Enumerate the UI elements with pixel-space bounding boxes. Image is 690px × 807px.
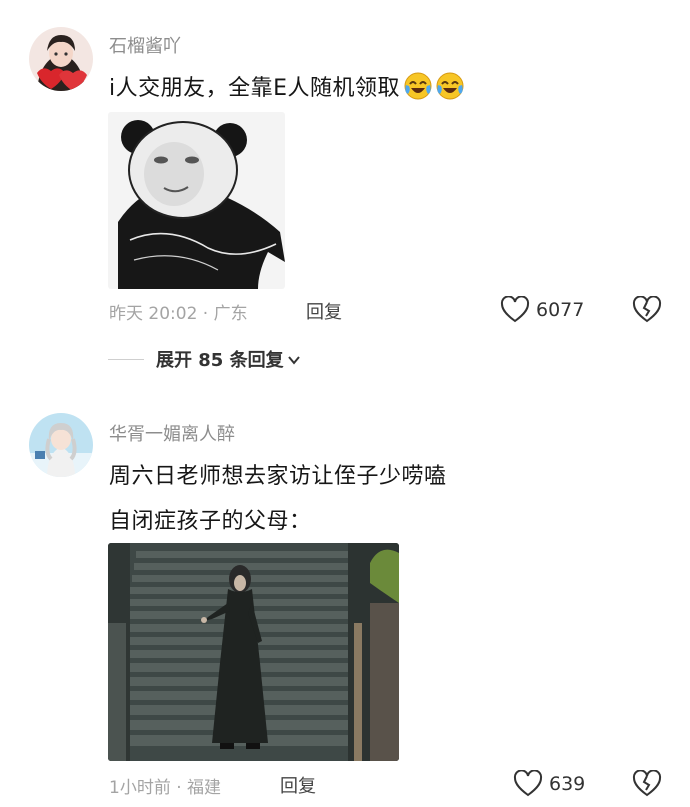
broken-heart-icon <box>632 769 662 798</box>
comment-text-content: i人交朋友，全靠E人随机领取 <box>109 76 401 101</box>
comment-image-stairs[interactable] <box>108 543 399 761</box>
avatar[interactable] <box>29 413 93 477</box>
like-count: 6077 <box>536 299 585 321</box>
expand-replies[interactable]: 展开 85 条回复 <box>108 346 301 372</box>
like-button[interactable]: 639 <box>513 769 586 798</box>
reply-button[interactable]: 回复 <box>280 772 316 798</box>
heart-icon <box>513 769 543 798</box>
divider-line <box>108 358 144 360</box>
username[interactable]: 华胥一媚离人醉 <box>109 420 235 446</box>
laughing-crying-emoji-icon <box>436 72 464 100</box>
comment-meta: 1小时前 · 福建 <box>109 778 222 798</box>
dislike-button[interactable] <box>632 769 662 802</box>
comment-text-line-2: 自闭症孩子的父母： <box>109 509 312 534</box>
like-count: 639 <box>549 773 586 795</box>
heart-icon <box>500 295 530 324</box>
broken-heart-icon <box>632 295 662 324</box>
reply-button[interactable]: 回复 <box>306 298 342 324</box>
comment-text: i人交朋友，全靠E人随机领取 <box>109 70 464 102</box>
like-button[interactable]: 6077 <box>500 295 585 324</box>
comment-meta: 昨天 20:02 · 广东 <box>109 304 248 324</box>
dislike-button[interactable] <box>632 295 662 328</box>
comment-text-line-1: 周六日老师想去家访让侄子少唠嗑 <box>109 464 447 489</box>
expand-replies-label: 展开 85 条回复 <box>156 350 284 371</box>
comment-image-panda-meme[interactable] <box>108 112 285 289</box>
username[interactable]: 石榴酱吖 <box>109 32 181 58</box>
chevron-down-icon <box>287 352 301 366</box>
avatar[interactable] <box>29 27 93 91</box>
laughing-crying-emoji-icon <box>404 72 432 100</box>
